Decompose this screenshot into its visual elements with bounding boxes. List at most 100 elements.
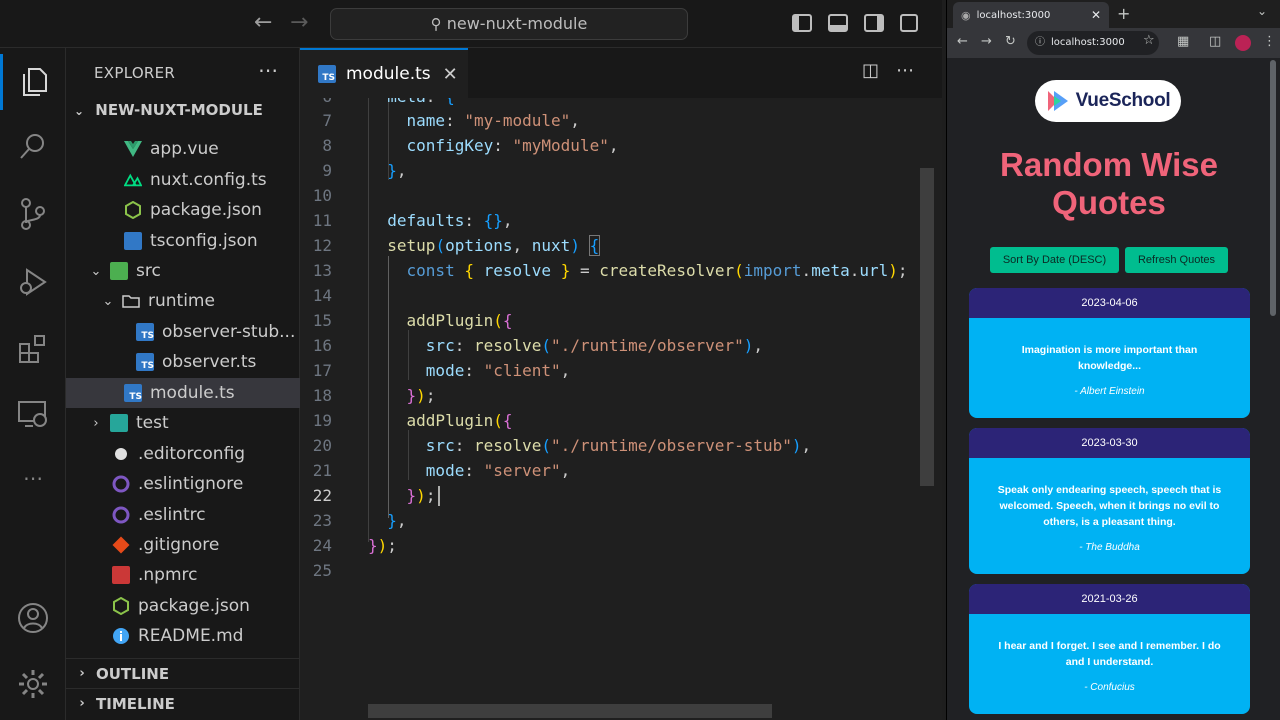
chevron-down-icon: ⌄ [102,293,114,309]
search-icon: ⚲ [430,15,442,33]
tree-item-package-json[interactable]: package.json [66,195,300,225]
search-text: new-nuxt-module [446,14,588,33]
code-line: 25 [312,561,332,580]
project-folder-header[interactable]: ⌄ NEW-NUXT-MODULE [74,101,263,119]
settings-gear-icon[interactable] [0,656,66,712]
back-arrow-icon[interactable]: ← [957,34,968,49]
code-editor[interactable]: 6 meta: { 7 name: "my-module", 8 configK… [300,98,942,720]
code-line: 14 [312,286,332,305]
toggle-panel-icon[interactable] [828,14,848,32]
menu-icon[interactable]: ⋮ [1263,34,1276,49]
more-views-icon[interactable]: ⋯ [0,450,66,506]
address-bar[interactable]: ⓘ localhost:3000 [1027,31,1159,55]
tree-item-npmrc[interactable]: .npmrc [66,560,300,590]
scrollbar-thumb[interactable] [1270,60,1276,316]
npm-file-icon [112,566,130,584]
eslint-file-icon [112,475,130,493]
quote-text: Speak only endearing speech, speech that… [997,484,1222,528]
forward-arrow-icon[interactable]: → [981,34,992,49]
eslint-file-icon [112,506,130,524]
tsconfig-file-icon [124,232,142,250]
tree-item-tsconfig-json[interactable]: tsconfig.json [66,226,300,256]
vertical-scrollbar[interactable] [920,168,934,486]
timeline-section[interactable]: › TIMELINE [66,688,300,718]
tree-folder-runtime[interactable]: ⌄ runtime [66,286,300,316]
close-icon[interactable]: ✕ [443,64,458,85]
quote-author: - Albert Einstein [1074,386,1145,397]
tree-folder-test[interactable]: › test [66,408,300,438]
customize-layout-icon[interactable] [900,14,918,32]
quote-author: - The Buddha [1079,542,1140,553]
explorer-title: EXPLORER [94,64,176,82]
more-actions-icon[interactable]: ⋯ [896,60,914,81]
browser-window: ◉ localhost:3000 ✕ + ⌄ ← → ↻ ⓘ localhost… [946,0,1280,720]
page-scrollbar[interactable] [1269,58,1277,720]
search-activity-icon[interactable] [0,118,66,174]
tree-item-nuxt-config[interactable]: nuxt.config.ts [66,165,300,195]
tree-item-observer-stub[interactable]: TS observer-stub... [66,317,300,347]
toggle-secondary-sidebar-icon[interactable] [864,14,884,32]
tree-item-eslintrc[interactable]: .eslintrc [66,500,300,530]
profile-avatar[interactable] [1235,35,1251,51]
tree-item-app-vue[interactable]: app.vue [66,134,300,164]
quote-card: 2023-04-06 Imagination is more important… [969,288,1250,418]
code-line: 21 mode: "server", [312,461,571,480]
browser-tab[interactable]: ◉ localhost:3000 ✕ [953,2,1109,28]
side-panel-icon[interactable]: ◫ [1209,34,1221,49]
browser-tab-strip: ◉ localhost:3000 ✕ + ⌄ [947,0,1280,28]
back-arrow-icon[interactable]: ← [254,10,272,35]
bookmark-star-icon[interactable]: ☆ [1143,33,1155,48]
chevron-down-icon[interactable]: ⌄ [1257,4,1267,18]
chevron-down-icon: ⌄ [90,263,102,279]
browser-toolbar: ← → ↻ ⓘ localhost:3000 ☆ ▦ ◫ ⋮ [947,28,1280,58]
code-line: 24}); [312,536,397,555]
tree-item-package-json-root[interactable]: package.json [66,591,300,621]
outline-section[interactable]: › OUTLINE [66,658,300,688]
tree-item-editorconfig[interactable]: .editorconfig [66,439,300,469]
refresh-quotes-button[interactable]: Refresh Quotes [1125,247,1228,273]
folder-icon [122,292,140,310]
explorer-activity-icon[interactable] [0,54,66,110]
code-line-current: 22 }); [312,486,436,505]
source-control-icon[interactable] [0,186,66,242]
tree-item-readme[interactable]: README.md [66,621,300,651]
explorer-sidebar: EXPLORER ⋯ ⌄ NEW-NUXT-MODULE app.vue nux… [66,48,300,720]
page-viewport: VueSchool Random Wise Quotes Sort By Dat… [947,58,1280,720]
quote-date: 2023-04-06 [969,288,1250,318]
code-line: 23 }, [312,511,407,530]
title-bar: ← → ⚲ new-nuxt-module [0,0,942,48]
chevron-right-icon: › [79,666,85,681]
vscode-window: ← → ⚲ new-nuxt-module ⋯ EXPLORER ⋯ ⌄ NEW… [0,0,942,720]
extensions-icon[interactable]: ▦ [1177,34,1189,49]
more-actions-icon[interactable]: ⋯ [258,58,279,82]
site-info-icon: ⓘ [1035,37,1045,48]
editor-tabs: TS module.ts ✕ ◫ ⋯ [300,48,942,98]
ts-file-icon: TS [124,384,142,402]
nodejs-file-icon [124,201,142,219]
sort-by-date-button[interactable]: Sort By Date (DESC) [990,247,1119,273]
command-center-search[interactable]: ⚲ new-nuxt-module [330,8,688,40]
folder-src-icon [110,262,128,280]
toggle-sidebar-icon[interactable] [792,14,812,32]
git-file-icon [112,536,130,554]
horizontal-scrollbar[interactable] [368,704,772,718]
tree-item-gitignore[interactable]: .gitignore [66,530,300,560]
info-file-icon [112,627,130,645]
reload-icon[interactable]: ↻ [1005,34,1016,49]
quote-text: Imagination is more important than knowl… [1021,344,1198,372]
close-icon[interactable]: ✕ [1091,8,1101,22]
folder-test-icon [110,414,128,432]
accounts-icon[interactable] [0,590,66,646]
split-editor-icon[interactable]: ◫ [862,60,879,81]
tab-module-ts[interactable]: TS module.ts ✕ [300,48,468,98]
new-tab-icon[interactable]: + [1117,4,1130,23]
vueschool-logo: VueSchool [1035,80,1181,122]
tree-item-eslintignore[interactable]: .eslintignore [66,469,300,499]
remote-explorer-icon[interactable] [0,386,66,442]
run-debug-icon[interactable] [0,254,66,310]
extensions-icon[interactable] [0,320,66,376]
tree-folder-src[interactable]: ⌄ src [66,256,300,286]
forward-arrow-icon[interactable]: → [290,10,308,35]
tree-item-observer-ts[interactable]: TS observer.ts [66,347,300,377]
tree-item-module-ts[interactable]: TS module.ts [66,378,300,408]
